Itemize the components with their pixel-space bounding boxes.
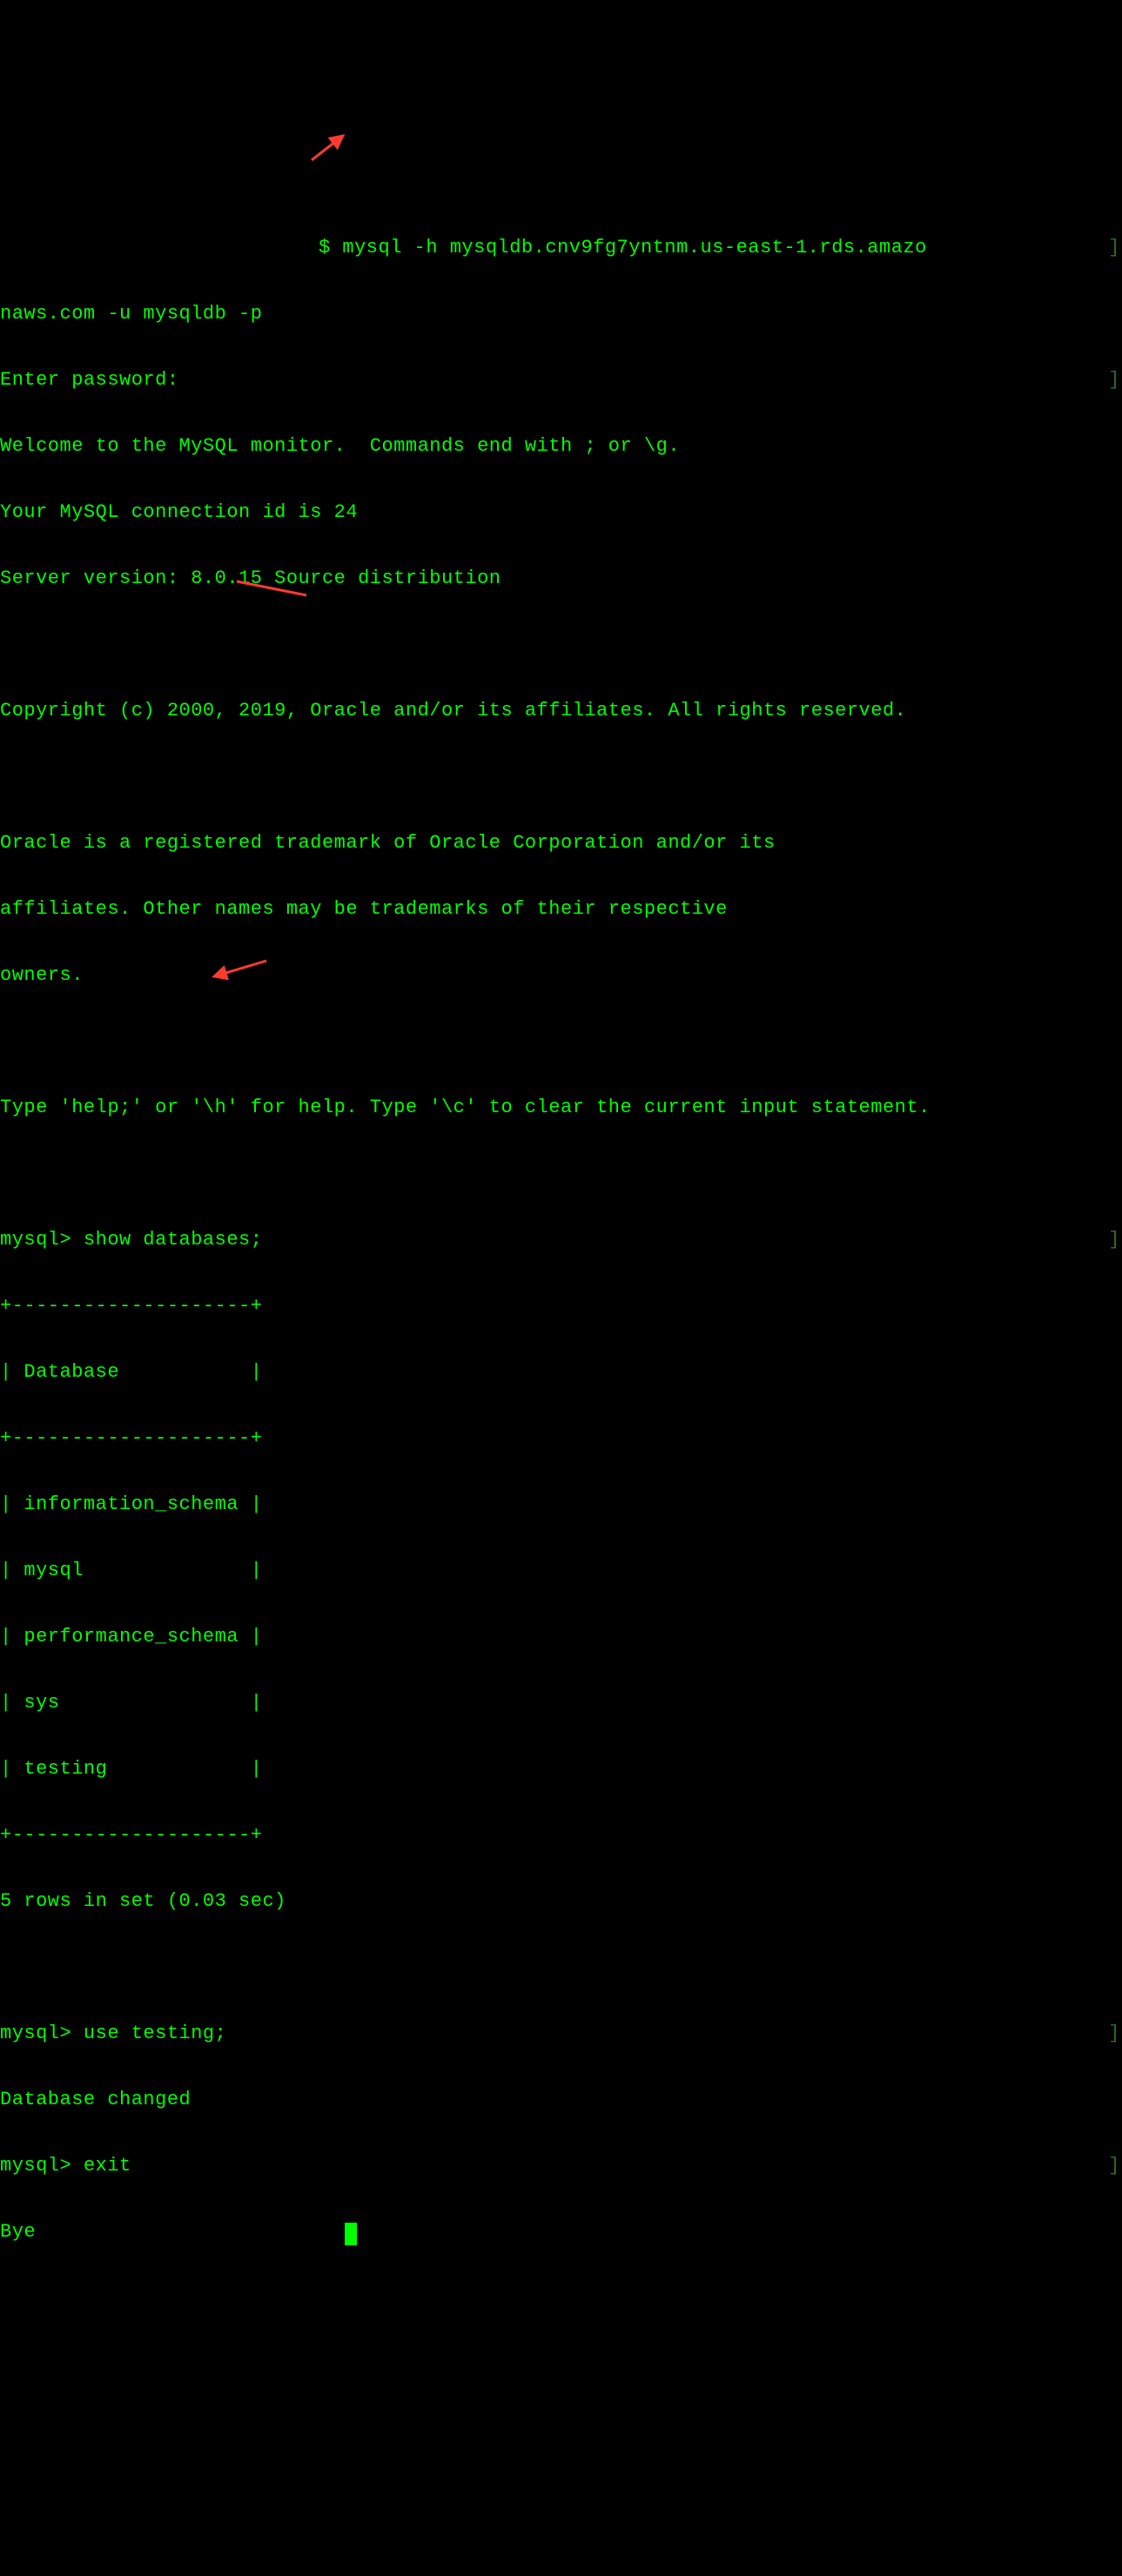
enter-password-text: Enter password: xyxy=(0,369,179,391)
enter-password-line: Enter password:] xyxy=(0,364,1122,397)
terminal-cursor xyxy=(345,2223,357,2245)
table-header: | Database | xyxy=(0,1356,1122,1389)
use-testing-text: mysql> use testing; xyxy=(0,2023,226,2044)
table-row: | information_schema | xyxy=(0,1488,1122,1521)
line-wrap-indicator: ] xyxy=(1108,364,1120,397)
server-version-line: Server version: 8.0.15 Source distributi… xyxy=(0,562,1122,595)
table-border-top: +--------------------+ xyxy=(0,1290,1122,1323)
table-row: | mysql | xyxy=(0,1554,1122,1587)
bye-text: Bye xyxy=(0,2221,36,2243)
cmd-text: $ mysql -h mysqldb.cnv9fg7yntnm.us-east-… xyxy=(319,237,927,258)
terminal-output[interactable]: $ mysql -h mysqldb.cnv9fg7yntnm.us-east-… xyxy=(0,132,1122,2282)
bye-line: Bye xyxy=(0,2216,1122,2249)
table-row: | testing | xyxy=(0,1753,1122,1786)
oracle-trademark-line-1: Oracle is a registered trademark of Orac… xyxy=(0,827,1122,860)
copyright-line: Copyright (c) 2000, 2019, Oracle and/or … xyxy=(0,694,1122,728)
line-wrap-indicator: ] xyxy=(1108,2150,1120,2183)
oracle-trademark-line-2: affiliates. Other names may be trademark… xyxy=(0,893,1122,926)
table-border-sep: +--------------------+ xyxy=(0,1422,1122,1455)
shell-command-line-2: naws.com -u mysqldb -p xyxy=(0,298,1122,331)
table-border-bottom: +--------------------+ xyxy=(0,1819,1122,1852)
table-row: | sys | xyxy=(0,1687,1122,1720)
show-databases-text: mysql> show databases; xyxy=(0,1229,262,1251)
line-wrap-indicator: ] xyxy=(1108,231,1120,265)
blank-line xyxy=(0,1025,1122,1058)
welcome-line: Welcome to the MySQL monitor. Commands e… xyxy=(0,430,1122,463)
database-changed-line: Database changed xyxy=(0,2083,1122,2116)
blank-line xyxy=(0,628,1122,661)
blank-line xyxy=(0,761,1122,794)
connection-id-line: Your MySQL connection id is 24 xyxy=(0,496,1122,529)
table-row: | performance_schema | xyxy=(0,1620,1122,1654)
blank-line xyxy=(0,1951,1122,1984)
help-line: Type 'help;' or '\h' for help. Type '\c'… xyxy=(0,1091,1122,1124)
mysql-prompt-exit: mysql> exit] xyxy=(0,2150,1122,2183)
mysql-prompt-use-testing: mysql> use testing;] xyxy=(0,2017,1122,2050)
shell-command-line-1: $ mysql -h mysqldb.cnv9fg7yntnm.us-east-… xyxy=(0,231,1122,265)
blank-line xyxy=(0,1157,1122,1191)
exit-text: mysql> exit xyxy=(0,2155,131,2177)
oracle-trademark-line-3: owners. xyxy=(0,959,1122,992)
blank-line xyxy=(0,165,1122,198)
line-wrap-indicator: ] xyxy=(1108,2017,1120,2050)
rows-summary-line: 5 rows in set (0.03 sec) xyxy=(0,1885,1122,1918)
line-wrap-indicator: ] xyxy=(1108,1224,1120,1257)
mysql-prompt-show-databases: mysql> show databases;] xyxy=(0,1224,1122,1257)
